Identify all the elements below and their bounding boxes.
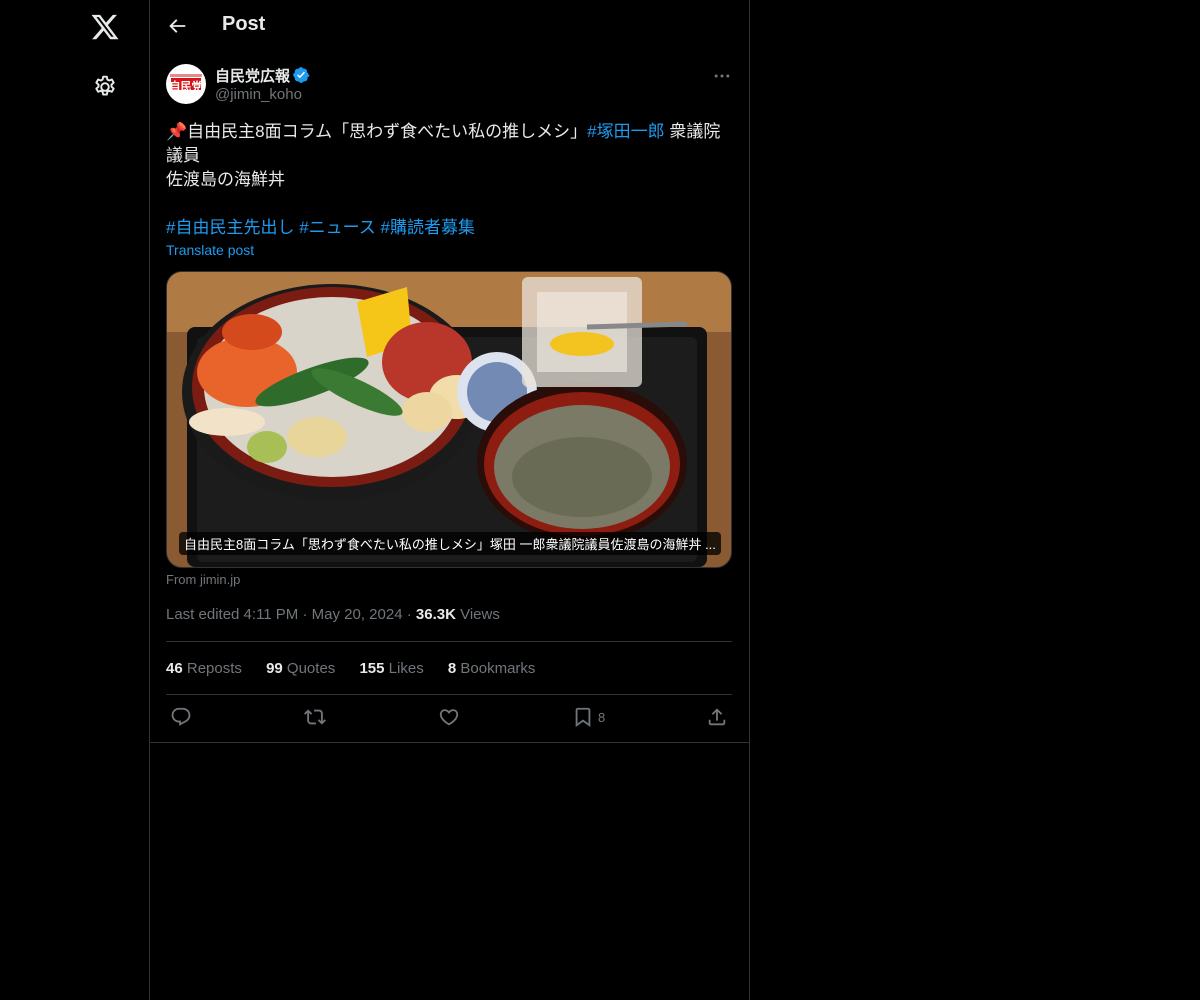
bookmark-icon[interactable] bbox=[572, 706, 594, 728]
gear-icon[interactable] bbox=[92, 74, 118, 100]
author-name[interactable]: 自民党広報 bbox=[215, 65, 290, 86]
main-column: Post 自民党 自民党広報 @jimin_koho 📌自由民主8面コラム「思わ… bbox=[149, 0, 750, 1000]
hashtag-link[interactable]: #ニュース bbox=[299, 218, 376, 237]
verified-badge-icon bbox=[293, 67, 310, 83]
post-date[interactable]: May 20, 2024 bbox=[312, 606, 403, 623]
hashtag-link[interactable]: #塚田一郎 bbox=[587, 122, 664, 141]
food-photo bbox=[167, 272, 731, 567]
quotes-stat[interactable]: 99 Quotes bbox=[266, 660, 335, 677]
back-arrow-icon[interactable] bbox=[166, 15, 188, 37]
hashtag-link[interactable]: #購読者募集 bbox=[381, 218, 475, 237]
link-card-caption: 自由民主8面コラム「思わず食べたい私の推しメシ」塚田 一郎衆議院議員佐渡島の海鮮… bbox=[179, 532, 721, 555]
views-count: 36.3K bbox=[415, 606, 456, 623]
avatar-logo-text: 自民党 bbox=[169, 81, 203, 93]
author-handle[interactable]: @jimin_koho bbox=[215, 86, 302, 103]
share-icon[interactable] bbox=[706, 706, 728, 728]
left-nav bbox=[0, 0, 149, 1000]
avatar[interactable]: 自民党 bbox=[166, 64, 206, 104]
divider bbox=[150, 742, 749, 743]
bookmark-count: 8 bbox=[598, 710, 606, 725]
views-label: Views bbox=[460, 606, 500, 623]
likes-stat[interactable]: 155 Likes bbox=[359, 660, 423, 677]
divider bbox=[166, 694, 732, 695]
post-text: 📌自由民主8面コラム「思わず食べたい私の推しメシ」#塚田一郎 衆議院 議員 佐渡… bbox=[166, 120, 732, 240]
hashtag-link[interactable]: #自由民主先出し bbox=[166, 218, 294, 237]
engagement-stats: 46 Reposts 99 Quotes 155 Likes 8 Bookmar… bbox=[166, 660, 555, 677]
translate-post-link[interactable]: Translate post bbox=[166, 242, 254, 258]
edited-time[interactable]: Last edited 4:11 PM bbox=[166, 606, 298, 623]
post-text-line1-suffix: 衆議院 bbox=[664, 122, 721, 141]
post-text-line3: 佐渡島の海鮮丼 bbox=[166, 170, 285, 189]
reposts-stat[interactable]: 46 Reposts bbox=[166, 660, 242, 677]
repost-icon[interactable] bbox=[304, 706, 326, 728]
link-source[interactable]: From jimin.jp bbox=[166, 572, 240, 587]
post-text-line1: 📌自由民主8面コラム「思わず食べたい私の推しメシ」 bbox=[166, 122, 588, 141]
page-title: Post bbox=[222, 13, 266, 35]
action-bar: 8 bbox=[166, 706, 732, 736]
post-text-line2: 議員 bbox=[166, 146, 200, 165]
link-card-image[interactable]: 自由民主8面コラム「思わず食べたい私の推しメシ」塚田 一郎衆議院議員佐渡島の海鮮… bbox=[166, 271, 732, 568]
x-logo-icon[interactable] bbox=[90, 12, 120, 42]
reply-icon[interactable] bbox=[170, 706, 192, 728]
like-icon[interactable] bbox=[438, 706, 460, 728]
post-meta: Last edited 4:11 PM · May 20, 2024 · 36.… bbox=[166, 606, 500, 623]
bookmarks-stat[interactable]: 8 Bookmarks bbox=[448, 660, 536, 677]
divider bbox=[166, 641, 732, 642]
more-icon[interactable] bbox=[712, 66, 732, 86]
header: Post bbox=[150, 0, 749, 53]
